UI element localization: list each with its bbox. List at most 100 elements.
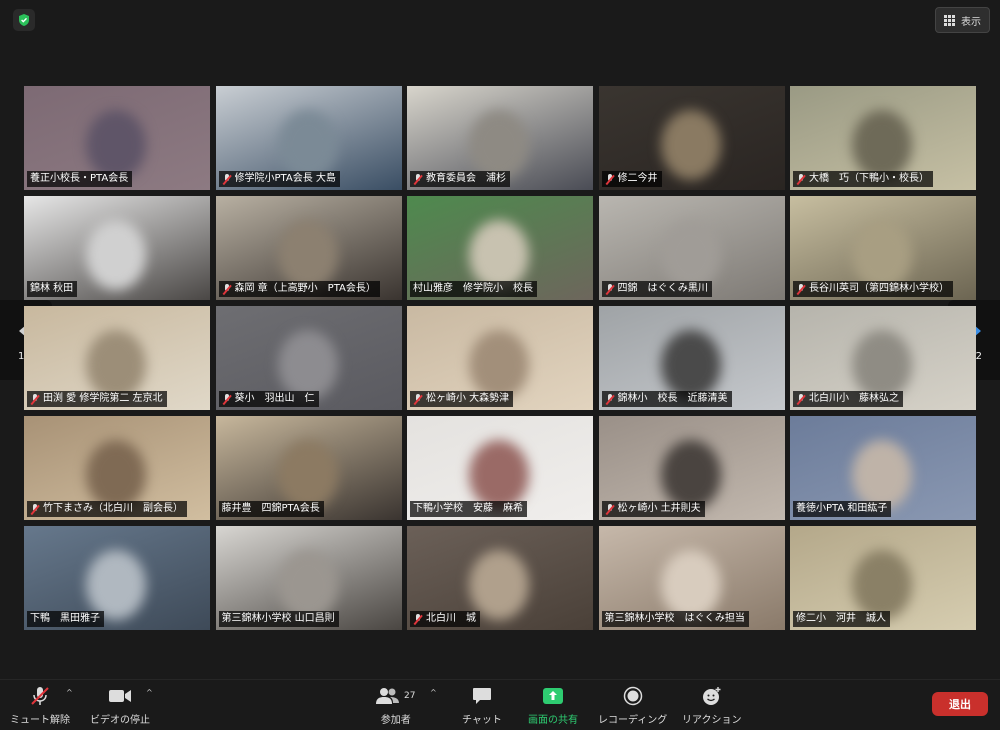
participant-name: 松ヶ崎小 大森勢津 — [426, 393, 510, 404]
reaction-button[interactable]: リアクション — [682, 686, 742, 726]
participant-tile[interactable]: 養徳小PTA 和田紘子 — [790, 416, 976, 520]
participant-silhouette — [469, 440, 529, 510]
unmute-button[interactable]: ミュート解除 — [10, 686, 70, 726]
mic-muted-icon — [605, 283, 615, 295]
participant-silhouette — [86, 550, 146, 620]
shield-icon[interactable] — [13, 9, 35, 31]
participant-name: 森岡 章（上高野小 PTA会長） — [234, 283, 376, 294]
participant-name-label: 第三錦林小学校 山口昌則 — [218, 611, 339, 627]
share-screen-label: 画面の共有 — [528, 715, 578, 726]
mic-muted-icon — [605, 503, 615, 515]
reaction-icon — [701, 686, 723, 706]
participant-tile[interactable]: 葵小 羽出山 仁 — [215, 306, 402, 410]
record-label: レコーディング — [598, 715, 668, 726]
participant-name: 北白川小 藤林弘之 — [809, 393, 899, 404]
participant-silhouette — [277, 110, 338, 180]
participant-name-label: 北白川 城 — [410, 611, 480, 627]
participant-name-label: 養正小校長・PTA会長 — [27, 171, 133, 187]
participant-tile[interactable]: 長谷川英司（第四錦林小学校） — [790, 196, 976, 300]
participant-name-label: 教育委員会 浦杉 — [410, 171, 510, 187]
participants-button[interactable]: 27 参加者 — [376, 686, 415, 726]
participant-tile[interactable]: 修二小 河井 誠人 — [790, 526, 976, 630]
participant-name-label: 修二今井 — [601, 171, 662, 187]
participant-name-label: 下鴨 黒田雅子 — [27, 611, 104, 627]
participant-name: 田渕 愛 修学院第二 左京北 — [43, 393, 163, 404]
participant-name: 長谷川英司（第四錦林小学校） — [809, 283, 949, 294]
participant-tile[interactable]: 藤井豊 四錦PTA会長 — [215, 416, 402, 520]
participant-name: 竹下まさみ（北白川 副会長） — [43, 503, 183, 514]
participant-silhouette — [660, 110, 721, 180]
participant-tile[interactable]: 下鴨小学校 安藤 麻希 — [407, 416, 593, 520]
mute-options-caret[interactable]: ^ — [66, 688, 73, 697]
participant-tile[interactable]: 養正小校長・PTA会長 — [24, 86, 210, 190]
participant-tile[interactable]: 森岡 章（上高野小 PTA会長） — [215, 196, 402, 300]
participant-name: 松ヶ崎小 土井則夫 — [617, 503, 701, 514]
stop-video-button[interactable]: ビデオの停止 — [90, 686, 150, 726]
chat-label: チャット — [462, 715, 502, 726]
participant-silhouette — [852, 220, 912, 290]
participant-tile[interactable]: 田渕 愛 修学院第二 左京北 — [24, 306, 210, 410]
participant-name-label: 松ヶ崎小 土井則夫 — [601, 501, 705, 517]
participant-name: 藤井豊 四錦PTA会長 — [221, 503, 320, 514]
mic-muted-icon — [29, 686, 51, 706]
participant-tile[interactable]: 教育委員会 浦杉 — [407, 86, 593, 190]
participant-name: 修学院小PTA会長 大島 — [234, 173, 336, 184]
share-screen-button[interactable]: 画面の共有 — [528, 686, 578, 726]
participant-name: 下鴨 黒田雅子 — [30, 613, 100, 624]
participant-name-label: 養徳小PTA 和田紘子 — [793, 501, 892, 517]
participant-name: 錦林 秋田 — [30, 283, 74, 294]
participant-silhouette — [852, 550, 912, 620]
mic-muted-icon — [413, 613, 423, 625]
chat-button[interactable]: チャット — [462, 686, 502, 726]
record-button[interactable]: レコーディング — [598, 686, 667, 726]
participant-tile[interactable]: 下鴨 黒田雅子 — [24, 526, 210, 630]
participant-name: 錦林小 校長 近藤清美 — [617, 393, 728, 404]
share-screen-icon — [542, 686, 564, 706]
participant-name-label: 葵小 羽出山 仁 — [218, 391, 319, 407]
participant-name-label: 藤井豊 四錦PTA会長 — [218, 501, 324, 517]
participant-silhouette — [277, 330, 338, 400]
participants-options-caret[interactable]: ^ — [430, 688, 437, 697]
stop-video-label: ビデオの停止 — [90, 715, 150, 726]
participant-tile[interactable]: 北白川小 藤林弘之 — [790, 306, 976, 410]
leave-meeting-button[interactable]: 退出 — [932, 692, 988, 716]
participant-name-label: 第三錦林小学校 はぐくみ担当 — [601, 611, 749, 627]
chat-icon — [472, 686, 492, 706]
participant-silhouette — [469, 220, 529, 290]
participant-tile[interactable]: 村山雅彦 修学院小 校長 — [407, 196, 593, 300]
participant-tile[interactable]: 四錦 はぐくみ黒川 — [598, 196, 785, 300]
participant-silhouette — [86, 110, 146, 180]
participant-tile[interactable]: 第三錦林小学校 山口昌則 — [215, 526, 402, 630]
view-button[interactable]: 表示 — [935, 7, 990, 33]
grid-icon — [944, 14, 955, 26]
participant-name: 北白川 城 — [426, 613, 476, 624]
participant-tile[interactable]: 修学院小PTA会長 大島 — [215, 86, 402, 190]
participant-silhouette — [660, 550, 721, 620]
participant-name-label: 村山雅彦 修学院小 校長 — [410, 281, 537, 297]
participant-tile[interactable]: 修二今井 — [598, 86, 785, 190]
participant-tile[interactable]: 錦林 秋田 — [24, 196, 210, 300]
participant-tile[interactable]: 第三錦林小学校 はぐくみ担当 — [598, 526, 785, 630]
participant-silhouette — [852, 110, 912, 180]
video-options-caret[interactable]: ^ — [146, 688, 153, 697]
top-bar: 表示 — [0, 0, 1000, 40]
participant-silhouette — [660, 330, 721, 400]
participant-name-label: 四錦 はぐくみ黒川 — [601, 281, 712, 297]
participant-name: 大橋 巧（下鴨小・校長） — [809, 173, 929, 184]
participant-name-label: 下鴨小学校 安藤 麻希 — [410, 501, 527, 517]
participant-tile[interactable]: 大橋 巧（下鴨小・校長） — [790, 86, 976, 190]
participant-name: 村山雅彦 修学院小 校長 — [413, 283, 533, 294]
unmute-label: ミュート解除 — [10, 715, 70, 726]
participant-name-label: 竹下まさみ（北白川 副会長） — [27, 501, 187, 517]
participant-tile[interactable]: 竹下まさみ（北白川 副会長） — [24, 416, 210, 520]
mic-muted-icon — [796, 173, 806, 185]
mic-muted-icon — [796, 393, 806, 405]
participant-tile[interactable]: 松ヶ崎小 大森勢津 — [407, 306, 593, 410]
participant-silhouette — [277, 440, 338, 510]
participant-silhouette — [469, 110, 529, 180]
participant-tile[interactable]: 錦林小 校長 近藤清美 — [598, 306, 785, 410]
mic-muted-icon — [796, 283, 806, 295]
participant-tile[interactable]: 松ヶ崎小 土井則夫 — [598, 416, 785, 520]
participant-tile[interactable]: 北白川 城 — [407, 526, 593, 630]
mic-muted-icon — [605, 393, 615, 405]
